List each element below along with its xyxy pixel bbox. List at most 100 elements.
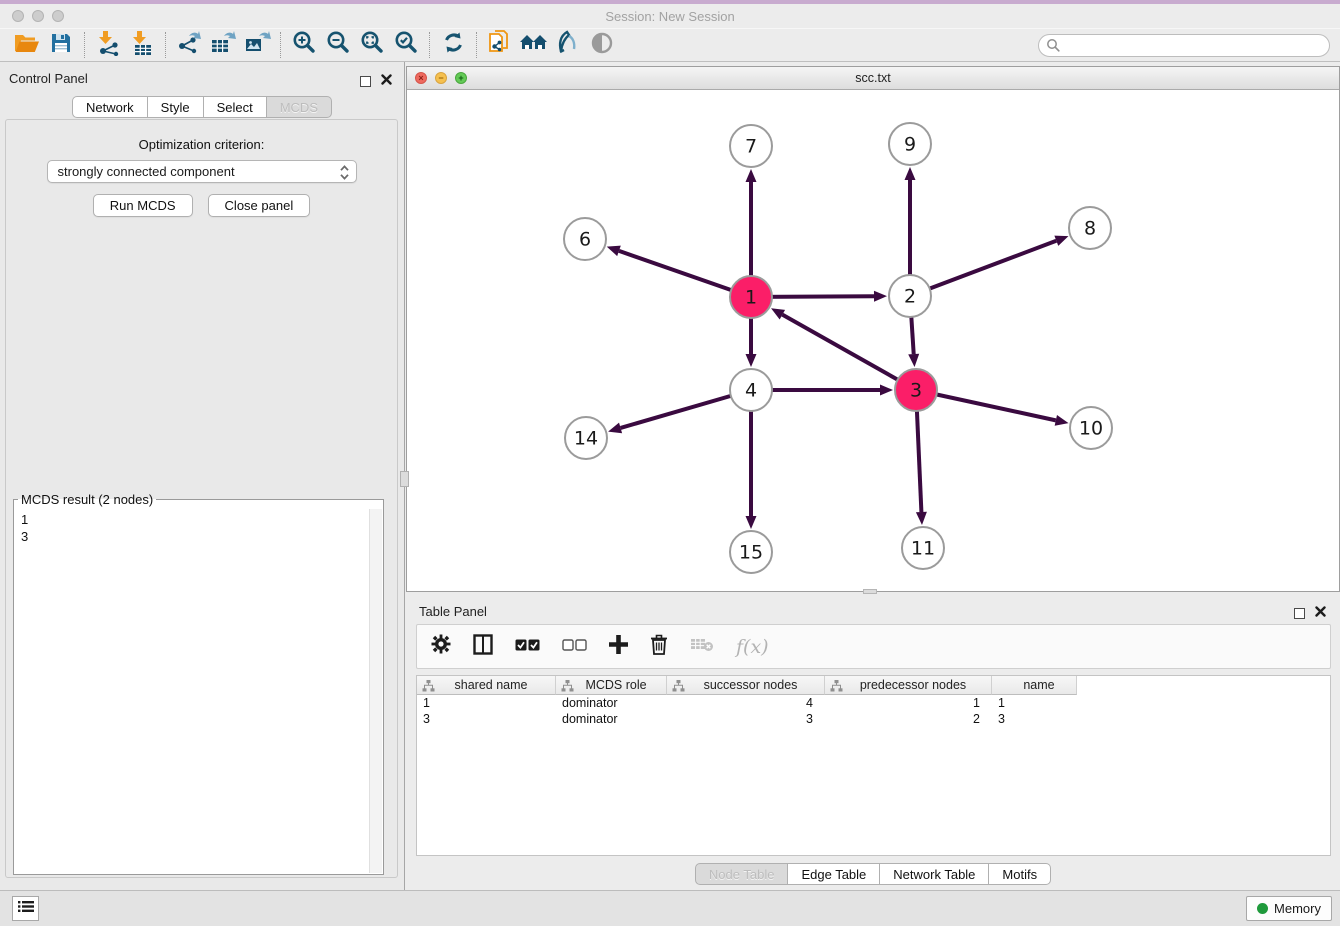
delete-column-button[interactable] (650, 634, 668, 660)
tree-hierarchy-icon (422, 680, 435, 695)
zoom-selected-button[interactable] (389, 30, 423, 60)
table-toolbar: f(x) (416, 624, 1331, 669)
result-line: 1 (21, 511, 382, 528)
mcds-result-textarea[interactable]: 13 (15, 509, 382, 873)
table-row[interactable]: 1dominator411 (417, 695, 1330, 711)
import-network-button[interactable] (91, 30, 125, 60)
task-history-button[interactable] (12, 896, 39, 921)
zoom-out-icon (326, 30, 351, 60)
node-table[interactable]: shared nameMCDS rolesuccessor nodesprede… (416, 675, 1331, 856)
table-tab-node-table[interactable]: Node Table (695, 863, 789, 885)
float-panel-icon[interactable] (1294, 608, 1305, 619)
window-title: Session: New Session (0, 9, 1340, 24)
tab-select[interactable]: Select (204, 96, 267, 118)
tab-style[interactable]: Style (148, 96, 204, 118)
splitter-handle[interactable] (400, 471, 409, 487)
run-mcds-button[interactable]: Run MCDS (93, 194, 193, 217)
open-session-button[interactable] (10, 30, 44, 60)
svg-text:1: 1 (745, 287, 757, 309)
table-cell[interactable]: 1 (825, 695, 992, 711)
table-row[interactable]: 3dominator323 (417, 711, 1330, 727)
mcds-panel: Optimization criterion: strongly connect… (5, 119, 398, 878)
network-close-button[interactable]: × (415, 72, 427, 84)
table-cell[interactable]: 3 (992, 711, 1077, 727)
result-scrollbar[interactable] (369, 509, 382, 873)
network-overview-button[interactable] (517, 30, 551, 60)
network-graph[interactable]: 7968124314101511 (407, 90, 1339, 591)
table-header-row: shared nameMCDS rolesuccessor nodesprede… (417, 676, 1330, 695)
tab-network[interactable]: Network (72, 96, 148, 118)
toggle-visibility-button[interactable] (585, 30, 619, 60)
export-image-button[interactable] (240, 30, 274, 60)
checked-boxes-icon (515, 638, 540, 655)
main-titlebar[interactable]: Session: New Session (0, 4, 1340, 28)
optimization-criterion-label: Optimization criterion: (6, 137, 397, 152)
apply-style-button[interactable] (551, 30, 585, 60)
svg-text:8: 8 (1084, 218, 1096, 240)
apply-layout-button[interactable] (436, 30, 470, 60)
zoom-in-button[interactable] (287, 30, 321, 60)
close-panel-icon[interactable] (381, 72, 392, 90)
table-cell[interactable]: 3 (667, 711, 825, 727)
close-panel-button[interactable]: Close panel (208, 194, 311, 217)
table-cell[interactable]: 1 (992, 695, 1077, 711)
network-window-titlebar[interactable]: scc.txt × − + (407, 67, 1339, 90)
application-window: Session: New Session (0, 0, 1340, 926)
search-input[interactable] (1038, 34, 1330, 57)
close-panel-icon[interactable] (1315, 604, 1326, 622)
table-cell[interactable]: 2 (825, 711, 992, 727)
svg-text:9: 9 (904, 134, 916, 156)
toolbar-separator (84, 32, 85, 58)
table-tab-network-table[interactable]: Network Table (880, 863, 989, 885)
float-panel-icon[interactable] (360, 76, 371, 87)
refresh-icon (441, 30, 466, 60)
column-header-label: successor nodes (667, 678, 824, 692)
table-panel: Table Panel f(x) shared nameMCDS rolesuc… (406, 595, 1340, 890)
tree-hierarchy-icon (672, 680, 685, 695)
column-header-predecessor-nodes[interactable]: predecessor nodes (825, 676, 992, 695)
table-tab-edge-table[interactable]: Edge Table (788, 863, 880, 885)
table-cell[interactable]: 1 (417, 695, 556, 711)
column-header-MCDS-role[interactable]: MCDS role (556, 676, 667, 695)
export-network-button[interactable] (172, 30, 206, 60)
open-folder-icon (14, 32, 40, 59)
table-cell[interactable]: 3 (417, 711, 556, 727)
save-session-button[interactable] (44, 30, 78, 60)
column-header-name[interactable]: name (992, 676, 1077, 695)
table-panel-header: Table Panel (406, 602, 1340, 622)
export-image-icon (244, 30, 271, 61)
zoom-fit-button[interactable] (355, 30, 389, 60)
column-header-shared-name[interactable]: shared name (417, 676, 556, 695)
document-share-icon (487, 29, 513, 62)
splitter-handle[interactable] (863, 589, 877, 594)
table-settings-button[interactable] (431, 634, 451, 659)
show-column-panel-button[interactable] (473, 634, 493, 660)
table-delete-icon (690, 639, 714, 656)
table-tab-motifs[interactable]: Motifs (989, 863, 1051, 885)
network-canvas[interactable]: 7968124314101511 (407, 90, 1339, 591)
export-table-button[interactable] (206, 30, 240, 60)
mcds-result-text: 13 (15, 509, 382, 545)
memory-button[interactable]: Memory (1246, 896, 1332, 921)
zoom-out-button[interactable] (321, 30, 355, 60)
create-column-button[interactable] (609, 635, 628, 659)
network-minimize-button[interactable]: − (435, 72, 447, 84)
network-maximize-button[interactable]: + (455, 72, 467, 84)
column-header-successor-nodes[interactable]: successor nodes (667, 676, 825, 695)
svg-text:11: 11 (911, 538, 935, 560)
deselect-all-columns-button[interactable] (562, 638, 587, 656)
toolbar-separator (165, 32, 166, 58)
table-cell[interactable]: dominator (556, 711, 667, 727)
clone-network-button[interactable] (483, 30, 517, 60)
zoom-fit-icon (360, 30, 385, 60)
toolbar-separator (476, 32, 477, 58)
criterion-dropdown[interactable]: strongly connected component (47, 160, 357, 183)
select-all-columns-button[interactable] (515, 638, 540, 656)
mcds-result-group: MCDS result (2 nodes) 13 (13, 492, 384, 875)
table-cell[interactable]: 4 (667, 695, 825, 711)
tab-mcds[interactable]: MCDS (267, 96, 332, 118)
unchecked-boxes-icon (562, 638, 587, 655)
table-cell[interactable]: dominator (556, 695, 667, 711)
half-moon-icon (590, 31, 614, 60)
import-table-button[interactable] (125, 30, 159, 60)
